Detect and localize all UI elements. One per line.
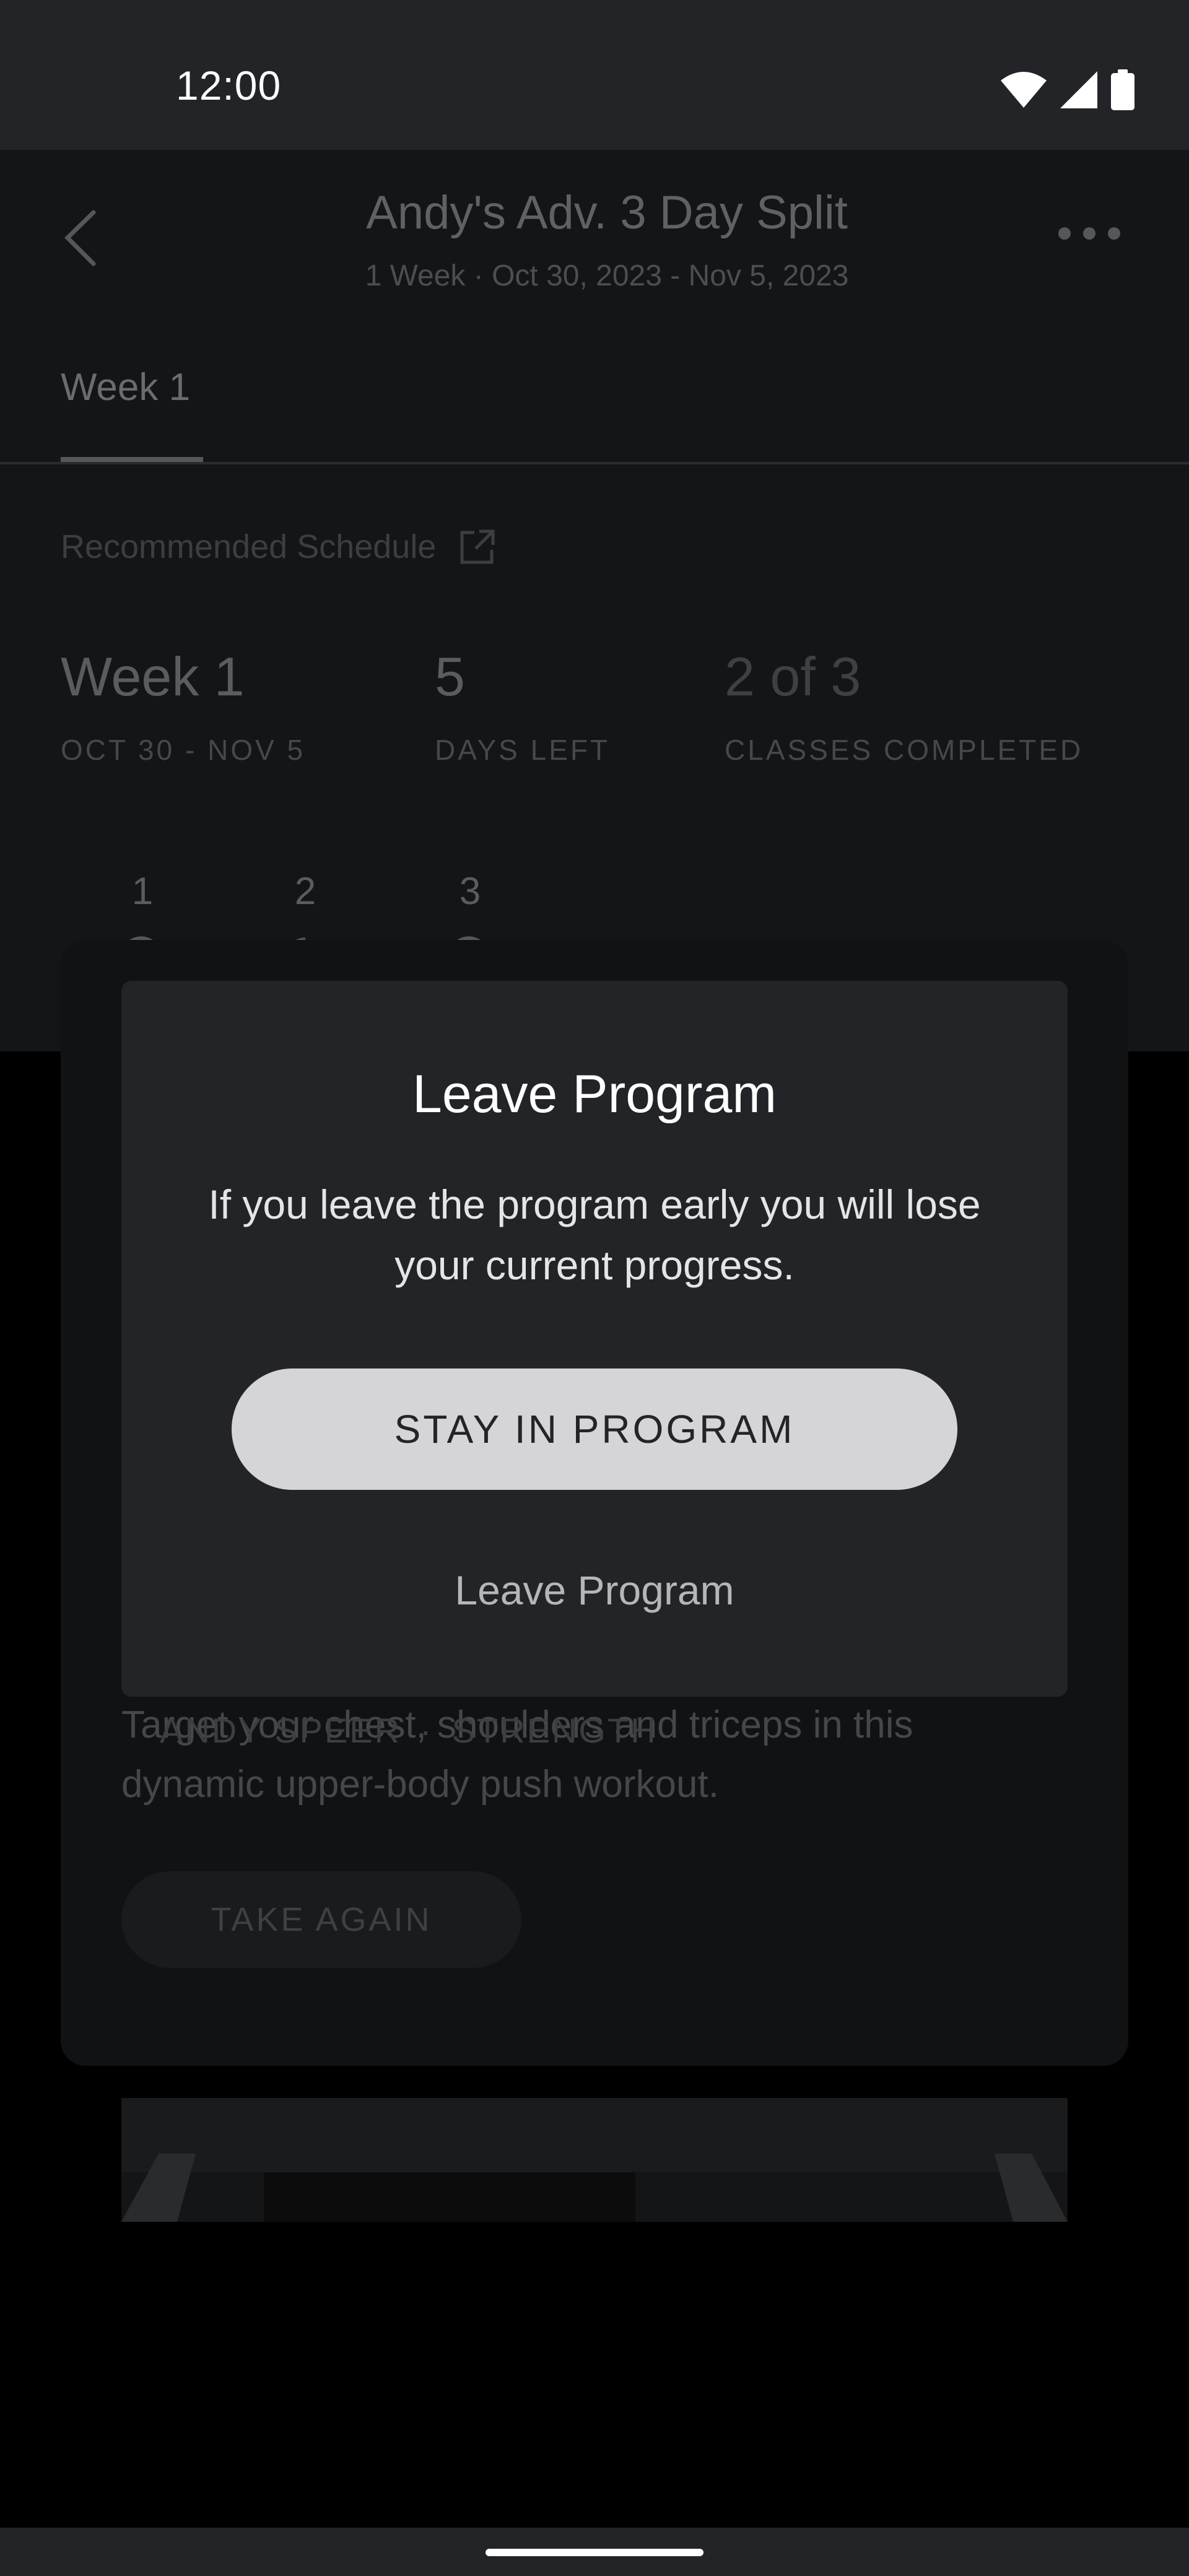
stat-week: Week 1 OCT 30 - NOV 5 [61, 645, 305, 767]
stat-days-left-label: DAYS LEFT [435, 734, 611, 766]
program-header-area: Andy's Adv. 3 Day Split 1 Week · Oct 30,… [0, 150, 1189, 1051]
leave-program-button[interactable]: Leave Program [121, 1567, 1068, 1614]
dialog-title: Leave Program [412, 1064, 777, 1124]
status-bar: 12:00 [0, 0, 1189, 150]
status-time: 12:00 [176, 63, 282, 108]
tab-divider [0, 462, 1189, 464]
stat-classes-completed-value: 2 of 3 [725, 646, 861, 707]
wifi-icon [1001, 72, 1047, 108]
take-again-button[interactable]: TAKE AGAIN [121, 1871, 521, 1968]
stat-days-left: 5 DAYS LEFT [435, 645, 610, 767]
program-title: Andy's Adv. 3 Day Split [366, 186, 848, 239]
class-thumbnail[interactable] [121, 2098, 1068, 2222]
day-number: 2 [294, 870, 316, 913]
stat-week-value: Week 1 [61, 646, 245, 707]
dialog-message: If you leave the program early you will … [208, 1181, 981, 1288]
tab-week-1[interactable]: Week 1 [61, 365, 190, 409]
battery-icon [1111, 69, 1135, 110]
stat-days-left-value: 5 [435, 646, 465, 707]
gesture-handle[interactable] [486, 2549, 703, 2556]
meta-separator: · [419, 1711, 433, 1750]
stay-in-program-button[interactable]: STAY IN PROGRAM [232, 1368, 957, 1490]
class-instructor: ANDY SPEER [160, 1711, 401, 1750]
stat-classes-completed: 2 of 3 CLASSES COMPLETED [725, 645, 1083, 767]
stat-classes-completed-label: CLASSES COMPLETED [725, 734, 1084, 766]
stat-week-label: OCT 30 - NOV 5 [61, 734, 306, 766]
day-number: 1 [131, 870, 154, 913]
system-nav-bar [0, 2528, 1189, 2576]
status-icons [1001, 68, 1135, 111]
recommended-schedule-label: Recommended Schedule [61, 528, 437, 565]
class-thumbnail-graphic [121, 2154, 1068, 2222]
program-dates: 1 Week · Oct 30, 2023 - Nov 5, 2023 [365, 259, 849, 292]
external-link-icon [460, 529, 495, 564]
class-meta: ANDY SPEER · STRENGTH [160, 1710, 658, 1751]
day-number: 3 [459, 870, 481, 913]
recommended-schedule-link[interactable]: Recommended Schedule [61, 528, 497, 566]
leave-program-dialog: Leave Program If you leave the program e… [121, 981, 1068, 1697]
class-category: STRENGTH [451, 1711, 658, 1750]
more-options-icon[interactable] [1055, 224, 1123, 243]
signal-icon [1060, 71, 1097, 108]
